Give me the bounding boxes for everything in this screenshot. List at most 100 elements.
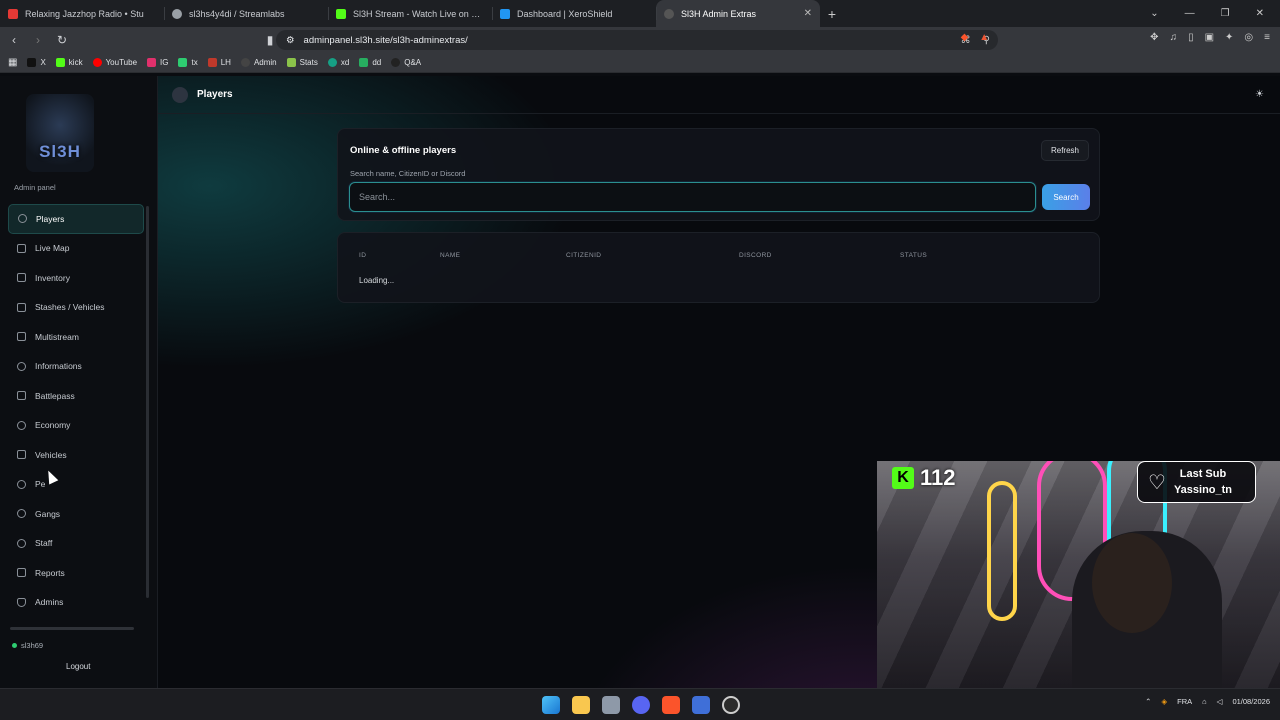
heart-icon: ♡ xyxy=(1148,471,1166,494)
sidebar-menu: Players Live Map Inventory Stashes / Veh… xyxy=(8,204,144,617)
minimize-icon[interactable]: — xyxy=(1185,8,1195,19)
sidebar-item-battlepass[interactable]: Battlepass xyxy=(8,381,144,411)
browser-tab[interactable]: Dashboard | XeroShield xyxy=(492,0,656,27)
sidebar-item-vehicles[interactable]: Vehicles xyxy=(8,440,144,470)
extensions-area: ◆ ▲ ✥ ♫ ▯ ▣ ✦ ◎ ≡ xyxy=(961,32,1270,43)
leo-icon[interactable]: ✦ xyxy=(1225,32,1233,43)
shield-icon xyxy=(17,597,26,607)
sidebar-item-informations[interactable]: Informations xyxy=(8,352,144,382)
bookmark-item[interactable]: LH xyxy=(207,58,231,67)
car-icon xyxy=(17,450,26,460)
extensions-icon[interactable]: ✥ xyxy=(1150,32,1158,43)
bookmark-favicon-icon xyxy=(147,58,157,67)
bookmark-favicon-icon xyxy=(327,58,337,67)
tab-favicon-icon xyxy=(664,8,674,19)
network-icon[interactable]: ⌂ xyxy=(1202,697,1207,706)
bookmark-item[interactable]: IG xyxy=(147,58,168,67)
sidebar-item-live-map[interactable]: Live Map xyxy=(8,234,144,264)
bookmark-favicon-icon xyxy=(359,58,369,67)
logout-button[interactable]: Logout xyxy=(66,662,90,671)
sidebar-horizontal-scrollbar[interactable] xyxy=(10,627,134,630)
menu-icon[interactable]: ≡ xyxy=(1264,32,1270,43)
search-button[interactable]: Search xyxy=(1042,184,1090,210)
refresh-button[interactable]: Refresh xyxy=(1040,140,1089,161)
maximize-icon[interactable]: ❐ xyxy=(1221,8,1230,19)
bookmark-item[interactable]: kick xyxy=(55,58,83,67)
trophy-icon xyxy=(17,391,26,401)
sidebar-icon[interactable]: ▯ xyxy=(1188,32,1194,43)
search-input[interactable] xyxy=(349,182,1036,212)
theme-toggle-icon[interactable]: ☀ xyxy=(1255,89,1264,100)
apps-icon[interactable]: ▦ xyxy=(8,57,17,68)
volume-icon[interactable]: ◁ xyxy=(1217,697,1223,706)
close-tab-icon[interactable]: ✕ xyxy=(804,8,812,19)
browser-tab[interactable]: Sl3H Stream - Watch Live on Kick xyxy=(328,0,492,27)
bookmark-item[interactable]: Q&A xyxy=(391,58,421,67)
bookmark-item[interactable]: tx xyxy=(178,58,198,67)
bookmark-item[interactable]: X xyxy=(27,58,46,67)
sidebar-item-admins[interactable]: Admins xyxy=(8,588,144,618)
start-icon[interactable] xyxy=(542,696,560,714)
sidebar-item-inventory[interactable]: Inventory xyxy=(8,263,144,293)
tab-search-icon[interactable]: ⌄ xyxy=(1150,8,1158,19)
tab-favicon-icon xyxy=(8,8,18,19)
browser-tab[interactable]: sl3hs4y4di / Streamlabs xyxy=(164,0,328,27)
box-icon xyxy=(17,273,26,283)
vpn-icon[interactable]: ◎ xyxy=(1244,32,1253,43)
sidebar-item-economy[interactable]: Economy xyxy=(8,411,144,441)
column-header-citizenid[interactable]: CITIZENID xyxy=(566,252,601,259)
viewer-count: 112 xyxy=(920,465,956,490)
address-bar[interactable]: ⚙ adminpanel.sl3h.site/sl3h-adminextras/… xyxy=(276,30,998,50)
players-table: ID NAME CITIZENID DISCORD STATUS Loading… xyxy=(337,232,1100,303)
close-window-icon[interactable]: ✕ xyxy=(1256,8,1264,19)
sidebar-item-multistream[interactable]: Multistream xyxy=(8,322,144,352)
column-header-id[interactable]: ID xyxy=(359,252,366,259)
column-header-name[interactable]: NAME xyxy=(440,252,460,259)
forward-icon[interactable]: › xyxy=(28,33,48,47)
column-header-discord[interactable]: DISCORD xyxy=(739,252,772,259)
vscode-icon[interactable] xyxy=(692,696,710,714)
kick-viewer-count: K 112 xyxy=(892,465,956,491)
sidebar-item-staff[interactable]: Staff xyxy=(8,529,144,559)
online-status-icon xyxy=(12,643,17,648)
players-search-card: Online & offline players Refresh Search … xyxy=(337,128,1100,221)
browser-tab-active[interactable]: Sl3H Admin Extras ✕ xyxy=(656,0,820,27)
sidebar-scrollbar[interactable] xyxy=(146,206,149,598)
media-icon[interactable]: ♫ xyxy=(1170,32,1178,43)
language-indicator[interactable]: FRA xyxy=(1177,697,1192,706)
wallet-icon[interactable]: ▣ xyxy=(1205,32,1214,43)
sidebar-item-stashes-vehicles[interactable]: Stashes / Vehicles xyxy=(8,293,144,323)
bookmark-item[interactable]: YouTube xyxy=(92,58,137,67)
bookmark-item[interactable]: Stats xyxy=(286,58,318,67)
brave-icon[interactable] xyxy=(662,696,680,714)
brave-shield-icon[interactable]: ◆ xyxy=(961,32,969,43)
obs-icon[interactable] xyxy=(722,696,740,714)
bookmark-favicon-icon xyxy=(92,58,102,67)
bookmark-item[interactable]: xd xyxy=(327,58,349,67)
bookmark-item[interactable]: Admin xyxy=(240,58,277,67)
bookmark-item[interactable]: dd xyxy=(359,58,381,67)
tab-title: Relaxing Jazzhop Radio • Stu xyxy=(25,8,144,19)
file-explorer-icon[interactable] xyxy=(572,696,590,714)
tray-chevron-icon[interactable]: ⌃ xyxy=(1145,697,1151,706)
snipping-tool-icon[interactable] xyxy=(602,696,620,714)
staff-icon xyxy=(17,538,26,548)
bookmark-favicon-icon xyxy=(207,58,217,67)
browser-tab[interactable]: Relaxing Jazzhop Radio • Stu xyxy=(0,0,164,27)
tray-app-icon[interactable]: ◈ xyxy=(1161,697,1167,706)
page-header: Players ☀ xyxy=(158,76,1280,114)
sidebar-item-pe[interactable]: Pe xyxy=(8,470,144,500)
clock-date[interactable]: 01/08/2026 xyxy=(1232,697,1270,706)
reload-icon[interactable]: ↻ xyxy=(52,33,72,47)
rewards-icon[interactable]: ▲ xyxy=(979,32,989,43)
discord-icon[interactable] xyxy=(632,696,650,714)
user-check-icon xyxy=(17,479,26,489)
taskbar: ⌃ ◈ FRA ⌂ ◁ 01/08/2026 xyxy=(0,688,1280,720)
sidebar-item-reports[interactable]: Reports xyxy=(8,558,144,588)
sidebar-item-players[interactable]: Players xyxy=(8,204,144,234)
site-info-icon[interactable]: ⚙ xyxy=(286,35,295,46)
column-header-status[interactable]: STATUS xyxy=(900,252,927,259)
sidebar-item-gangs[interactable]: Gangs xyxy=(8,499,144,529)
new-tab-icon[interactable]: + xyxy=(820,0,844,27)
back-icon[interactable]: ‹ xyxy=(4,33,24,47)
